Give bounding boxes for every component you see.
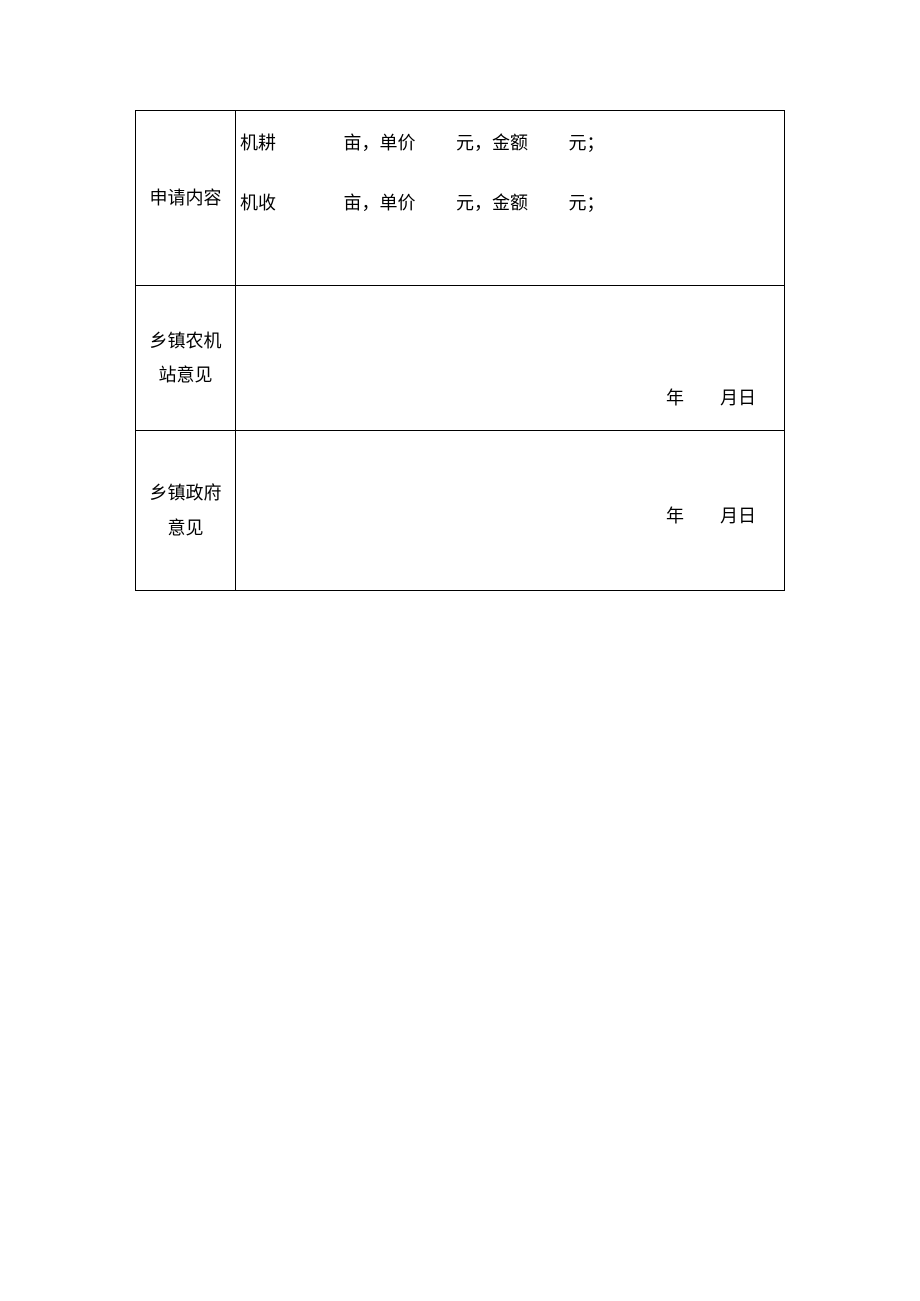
harvest-gap1 [276,193,344,214]
tillage-gap3 [528,133,569,154]
government-date-gap [684,506,720,526]
harvest-gap2 [416,193,457,214]
tillage-line: 机耕 亩，单价 元，金额 元； [240,129,780,155]
station-content-cell: 年 月日 [236,286,785,431]
government-header-cell: 乡镇政府意见 [136,431,236,591]
application-header-text: 申请内容 [150,188,222,208]
government-year-label: 年 [666,506,684,526]
tillage-label: 机耕 [240,129,276,155]
application-header-cell: 申请内容 [136,111,236,286]
tillage-gap1 [276,133,344,154]
harvest-label: 机收 [240,189,276,215]
application-content-cell: 机耕 亩，单价 元，金额 元； 机收 亩，单价 元，金额 元； [236,111,785,286]
harvest-price-unit: 元，金额 [456,189,528,215]
station-row: 乡镇农机站意见 年 月日 [136,286,785,431]
harvest-gap3 [528,193,569,214]
government-date-line: 年 月日 [666,502,756,528]
station-date-gap [684,388,720,408]
station-header-cell: 乡镇农机站意见 [136,286,236,431]
tillage-amount-unit: 元； [569,129,605,155]
harvest-line: 机收 亩，单价 元，金额 元； [240,189,780,215]
application-row: 申请内容 机耕 亩，单价 元，金额 元； 机收 亩，单价 元，金额 元； [136,111,785,286]
station-monthday-label: 月日 [720,388,756,408]
station-year-label: 年 [666,388,684,408]
station-header-text: 乡镇农机站意见 [150,331,222,385]
tillage-gap2 [416,133,457,154]
tillage-area-unit: 亩，单价 [344,129,416,155]
government-monthday-label: 月日 [720,506,756,526]
approval-form-table: 申请内容 机耕 亩，单价 元，金额 元； 机收 亩，单价 元，金额 元； 乡镇农… [135,110,785,591]
tillage-price-unit: 元，金额 [456,129,528,155]
government-header-text: 乡镇政府意见 [150,483,222,537]
harvest-area-unit: 亩，单价 [344,189,416,215]
government-row: 乡镇政府意见 年 月日 [136,431,785,591]
station-date-line: 年 月日 [666,384,756,410]
harvest-amount-unit: 元； [569,189,605,215]
government-content-cell: 年 月日 [236,431,785,591]
